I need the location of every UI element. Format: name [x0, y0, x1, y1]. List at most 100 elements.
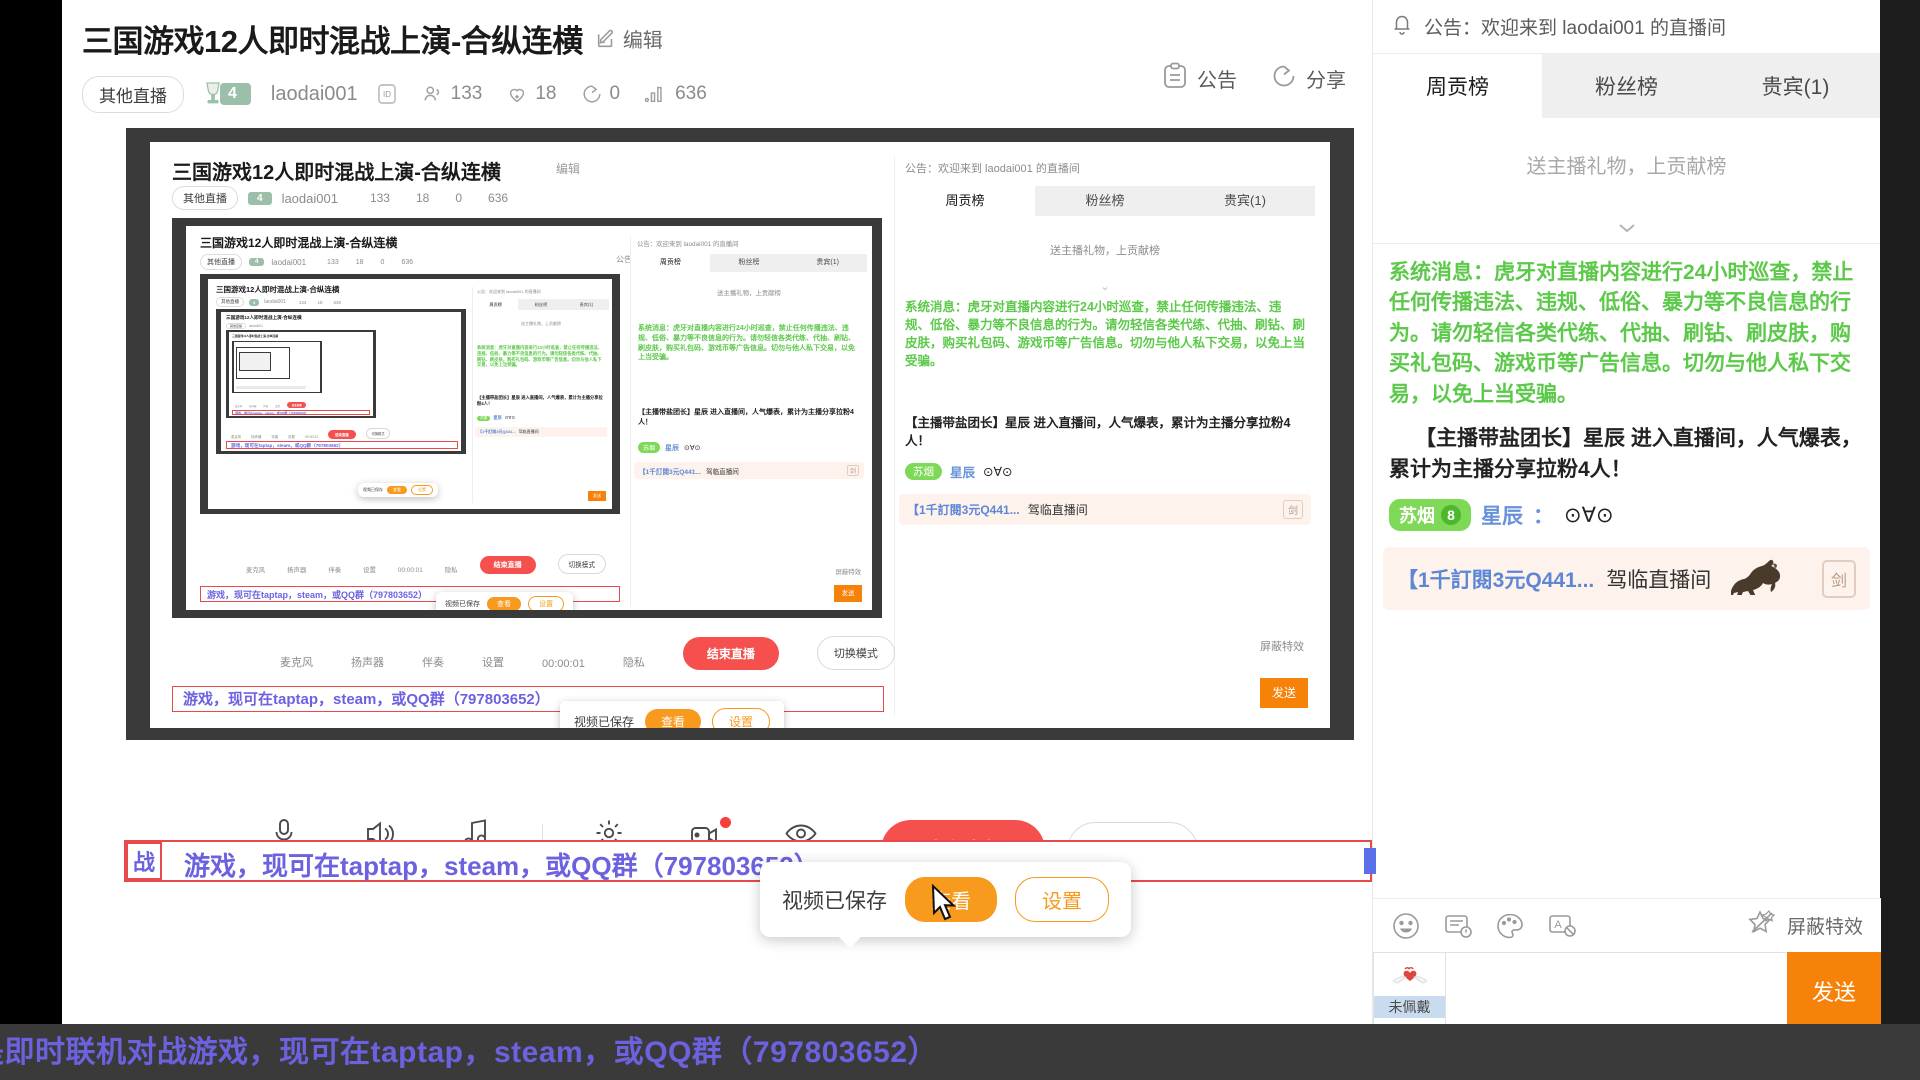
- n4-category-chip: 其他直播: [226, 323, 247, 329]
- n3-stage: 三国游戏12人即时混战上演-合纵连横 其他直播 laodai001 三国游戏12…: [216, 309, 466, 454]
- n1-ride-shield: 剑: [1283, 500, 1303, 519]
- n1-title: 三国游戏12人即时混战上演-合纵连横: [172, 162, 501, 184]
- tab-weekly-contribution[interactable]: 周贡榜: [1373, 54, 1542, 118]
- n1-ctrl-privacy: 隐私: [622, 657, 645, 669]
- n3-chat-nick: 星辰: [493, 415, 502, 420]
- n2-ctrl-speaker: 扬声器: [287, 567, 307, 574]
- block-effects-label: 屏蔽特效: [1786, 917, 1863, 938]
- n1-chat-panel: 公告：欢迎来到 laodai001 的直播间 周贡榜 粉丝榜 贵宾(1) 送主播…: [894, 156, 1315, 716]
- n5-preview-content: [234, 342, 320, 392]
- n1-popover-secondary: 设置: [712, 708, 771, 728]
- share-button[interactable]: 分享: [1271, 62, 1346, 95]
- n3b-ctrl-music: 伴奏: [271, 435, 279, 439]
- n1-chat-body: ⊙∀⊙: [983, 465, 1013, 479]
- n2-popover-text: 视频已保存: [445, 601, 480, 608]
- chevron-down-icon[interactable]: [1373, 219, 1880, 237]
- n1-stat-viewers: 133: [369, 191, 390, 205]
- header-actions: 公告 分享: [1162, 62, 1346, 95]
- n1-stat-likes: 18: [415, 191, 430, 205]
- n2-chat-tabs: 周贡榜 粉丝榜 贵宾(1): [631, 254, 867, 272]
- no-text-icon[interactable]: A: [1547, 911, 1577, 941]
- n2-stat-likes: 18: [355, 258, 364, 266]
- id-badge-icon[interactable]: ID: [376, 82, 398, 106]
- announcement-button[interactable]: 公告: [1162, 62, 1237, 95]
- n2-chat-panel: 公告：欢迎来到 laodai001 的直播间 周贡榜 粉丝榜 贵宾(1) 送主播…: [630, 236, 867, 606]
- n2-enter-msg: 【主播带盐团长】星辰 进入直播间，人气爆表，累计为主播分享拉粉4人！: [638, 409, 854, 426]
- chat-enter-message: 【主播带盐团长】星辰 进入直播间，人气爆表，累计为主播分享拉粉4人！: [1389, 427, 1862, 481]
- n2-ctrl-privacy: 隐私: [444, 567, 458, 574]
- n4-meta-row: 其他直播 laodai001: [226, 323, 263, 329]
- fan-badge-status-label: 未佩戴: [1374, 995, 1445, 1018]
- share-label: 分享: [1306, 70, 1346, 92]
- n3-preview-content: 三国游戏12人即时混战上演-合纵连横 其他直播 laodai001 三国游戏12…: [221, 312, 461, 451]
- clipboard-icon: [1162, 62, 1188, 95]
- color-palette-icon[interactable]: [1495, 911, 1525, 941]
- n2-level: 4: [249, 258, 265, 266]
- marquee-overlay-box[interactable]: 战 游戏，现可在taptap，steam，或QQ群（797803652）: [124, 840, 1376, 882]
- n2-chat-body: ⊙∀⊙: [684, 444, 701, 452]
- emoji-icon[interactable]: [1391, 911, 1421, 941]
- n3-title: 三国游戏12人即时混战上演-合纵连横: [216, 285, 340, 294]
- n4-preview-content: 三国游戏12人即时混战上演-合纵连横 麦克风 扬声器 伴奏 设置 结束直播 游戏…: [229, 332, 373, 416]
- room-notice[interactable]: 公告：欢迎来到 laodai001 的直播间: [1373, 0, 1880, 54]
- n1-switch-mode: 切换模式: [816, 636, 895, 670]
- n3b-ctrl-settings: 设置: [288, 435, 295, 439]
- stream-preview-stage[interactable]: 三国游戏12人即时混战上演-合纵连横 编辑 其他直播 4 laodai001 1…: [126, 128, 1354, 740]
- stat-shares: 0: [581, 83, 621, 105]
- n3b-ctrl-speaker: 扬声器: [251, 435, 262, 439]
- stat-viewers: 133: [422, 83, 482, 105]
- n3-category-chip: 其他直播: [216, 297, 244, 307]
- n2-ride-text: 驾临直播间: [705, 468, 739, 476]
- n3b-controls: 麦克风 扬声器 伴奏 设置 00:00:01 结束直播 切换模式: [231, 428, 391, 439]
- n2-popover: 视频已保存 查看 设置: [436, 592, 573, 610]
- n6-preview-content: [237, 348, 289, 378]
- chat-ride-entrance: 【1千訂閱3元Q441... 驾临直播间 剑: [1383, 547, 1870, 611]
- n1-enter-msg: 【主播带盐团长】星辰 进入直播间，人气爆表，累计为主播分享拉粉4人！: [905, 416, 1291, 449]
- fan-badge[interactable]: 苏烟 8: [1389, 499, 1471, 532]
- video-settings-button[interactable]: 设置: [1015, 877, 1109, 922]
- bell-icon: [1391, 12, 1413, 41]
- fan-badge-selector[interactable]: 未佩戴: [1373, 952, 1445, 1030]
- stat-signal: 636: [644, 83, 707, 105]
- n2-tab-2: 贵宾(1): [816, 259, 839, 266]
- chat-input[interactable]: [1445, 952, 1787, 1030]
- ride-nickname[interactable]: 【1千訂閱3元Q441...: [1397, 564, 1594, 594]
- n1-chat-notice: 公告：欢迎来到 laodai001 的直播间: [905, 163, 1080, 175]
- tab-fans-rank[interactable]: 粉丝榜: [1542, 54, 1711, 118]
- n3-tab-0: 周贡榜: [473, 299, 519, 310]
- page-title: 三国游戏12人即时混战上演-合纵连横: [82, 24, 583, 59]
- recording-indicator-dot: [720, 817, 732, 828]
- desktop-left-margin: [0, 0, 62, 1080]
- chat-nickname[interactable]: 星辰: [1481, 500, 1523, 530]
- chat-user-message: 苏烟 8 星辰 ： ⊙∀⊙: [1389, 499, 1864, 532]
- n2-shield-fx: 屏蔽特效: [835, 569, 861, 576]
- n4-username: laodai001: [249, 324, 263, 328]
- quick-reply-icon[interactable]: [1443, 911, 1473, 941]
- block-effects-button[interactable]: 屏蔽特效: [1747, 908, 1863, 943]
- anchor-level-value: 4: [220, 83, 251, 105]
- n2-ctrl-timer: 00:00:01: [397, 567, 423, 574]
- n4-controls: 麦克风 扬声器 伴奏 设置 结束直播: [235, 402, 307, 408]
- stat-shares-value: 0: [609, 83, 621, 104]
- edit-title-button[interactable]: 编辑: [595, 24, 663, 53]
- screen: 三国游戏12人即时混战上演-合纵连横 编辑 其他直播 4 laodai001 I…: [0, 0, 1920, 1080]
- tab-vip[interactable]: 贵宾(1): [1711, 54, 1880, 118]
- category-chip[interactable]: 其他直播: [82, 75, 184, 113]
- n1-sys-msg: 系统消息：虎牙对直播内容进行24小时巡查，禁止任何传播违法、违规、低俗、暴力等不…: [905, 300, 1306, 369]
- marquee-resize-handle[interactable]: [1364, 848, 1376, 874]
- n3b-switch-mode: 切换模式: [365, 428, 391, 439]
- send-button[interactable]: 发送: [1787, 952, 1881, 1030]
- n2-chat-badge: 苏烟: [638, 442, 661, 453]
- star-block-icon: [1747, 908, 1779, 943]
- n3-chat-tabs: 周贡榜 粉丝榜 贵宾(1): [473, 299, 609, 310]
- n1-tab-0: 周贡榜: [895, 186, 1035, 216]
- n2-end-stream: 结束直播: [479, 556, 536, 574]
- n3-chat-panel: 公告：欢迎来到 laodai001 的直播间 周贡榜 粉丝榜 贵宾(1) 送主播…: [472, 287, 609, 503]
- n1-ctrl-mic: 麦克风: [280, 657, 313, 669]
- n2-chat-nick: 星辰: [665, 444, 680, 452]
- n4-title: 三国游戏12人即时混战上演-合纵连横: [226, 315, 302, 320]
- chat-message-list[interactable]: 系统消息：虎牙对直播内容进行24小时巡查，禁止任何传播违法、违规、低俗、暴力等不…: [1373, 244, 1880, 611]
- n1-chat-nick: 星辰: [950, 466, 976, 480]
- n1-ctrl-speaker: 扬声器: [351, 657, 384, 669]
- stat-likes-value: 18: [535, 83, 557, 104]
